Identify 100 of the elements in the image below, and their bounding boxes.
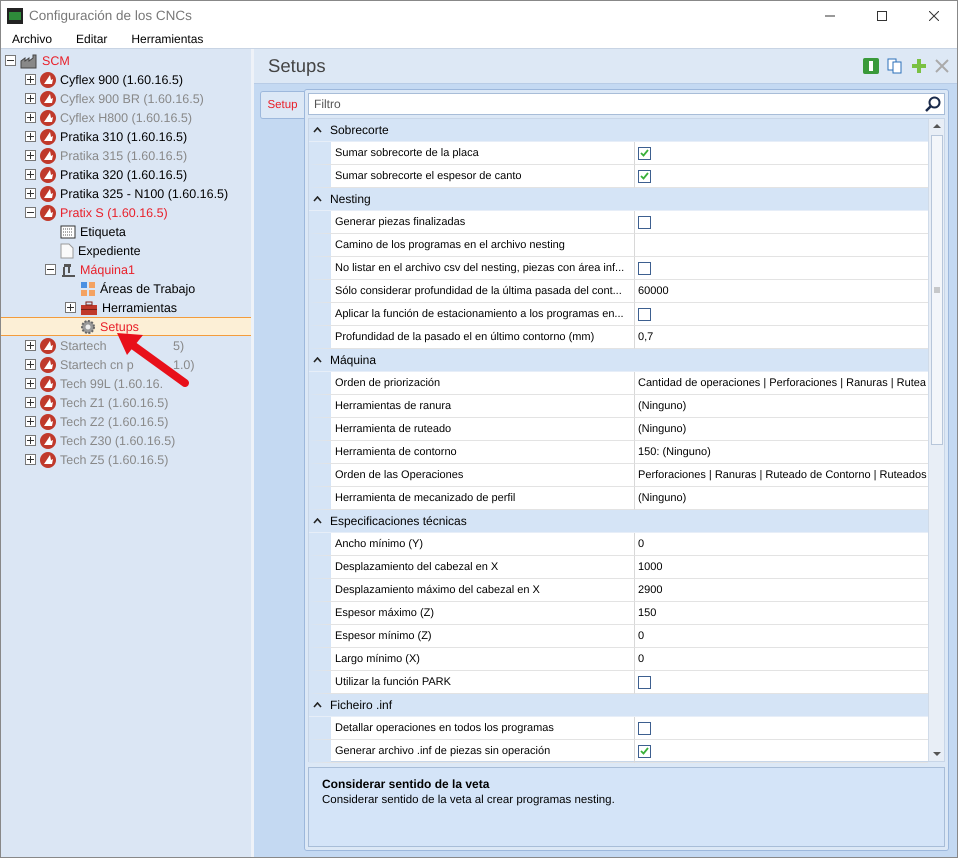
app-icon [7,8,23,24]
machine-icon [60,262,76,278]
tree-item[interactable]: Cyflex 900 (1.60.16.5) [1,70,251,89]
checkbox[interactable] [638,744,651,758]
category-header[interactable]: Sobrecorte [309,119,928,142]
grid-icon [80,280,96,296]
checkbox[interactable] [638,170,651,182]
expand-icon[interactable] [25,74,36,85]
category-header[interactable]: Máquina [309,349,928,372]
collapse-icon[interactable] [5,55,16,66]
tree-item[interactable]: SCM [1,51,251,70]
document-icon [60,242,74,258]
menu-item[interactable]: Editar [69,32,114,46]
property-value[interactable]: 1000 [638,561,662,573]
property-value[interactable]: Cantidad de operaciones | Perforaciones | Ranuras | Rutea [638,377,926,389]
caret-icon[interactable] [313,702,322,708]
tree-item[interactable]: Pratika 325 - N100 (1.60.16.5) [1,184,251,203]
logo-icon [40,128,56,144]
logo-icon [40,166,56,182]
property-value[interactable]: 0 [638,538,644,550]
expand-icon[interactable] [65,302,76,313]
tree-item[interactable]: Pratika 310 (1.60.16.5) [1,127,251,146]
checkbox[interactable] [638,722,651,734]
info-icon[interactable] [863,58,879,74]
logo-icon [40,148,56,164]
checkbox[interactable] [638,676,651,688]
expand-icon[interactable] [25,188,36,199]
description-title: Considerar sentido de la veta [322,777,490,791]
copy-icon[interactable] [887,58,903,74]
menu-item[interactable]: Herramientas [124,32,210,46]
tree-item[interactable]: Setups [1,317,251,336]
scroll-thumb[interactable] [930,135,942,445]
logo-icon [40,376,56,392]
grip-icon [934,287,940,293]
property-value[interactable]: 0,7 [638,331,654,343]
property-name: Herramienta de ruteado [309,418,635,441]
tree-item[interactable]: Herramientas [1,298,251,317]
property-name: Herramientas de ranura [309,395,635,418]
caret-icon[interactable] [313,357,322,363]
checkbox[interactable] [638,308,651,320]
property-value[interactable]: 0 [638,653,644,665]
property-name: Espesor máximo (Z) [309,602,635,625]
label-icon [60,224,76,240]
property-name: Desplazamiento del cabezal en X [309,556,635,579]
tree-item[interactable]: Expediente [1,241,251,260]
logo-icon [40,356,56,372]
checkbox[interactable] [638,146,651,160]
caret-icon[interactable] [313,518,322,524]
property-value[interactable]: 2900 [638,584,662,596]
tab[interactable]: Setup [260,91,304,119]
checkbox[interactable] [638,216,651,228]
logo-icon [40,110,56,126]
property-name: Ancho mínimo (Y) [309,533,635,556]
caret-icon[interactable] [313,196,322,202]
property-name: Orden de las Operaciones [309,464,635,487]
property-name: Orden de priorización [309,372,635,395]
tree-item[interactable]: Pratix S (1.60.16.5) [1,203,251,222]
checkbox[interactable] [638,262,651,274]
tree-item[interactable]: Máquina1 [1,260,251,279]
logo-icon [40,452,56,468]
expand-icon[interactable] [25,169,36,180]
collapse-icon[interactable] [45,264,56,275]
search-icon[interactable] [925,96,941,112]
property-name: Herramienta de contorno [309,441,635,464]
panel-title: Setups [268,55,327,77]
description-text: Considerar sentido de la veta al crear programas nesting. [322,794,616,806]
category-header[interactable]: Nesting [309,188,928,211]
category-header[interactable]: Ficheiro .inf [309,694,928,717]
window-title: Configuración de los CNCs [29,8,193,23]
property-value[interactable]: Perforaciones | Ranuras | Ruteado de Contorno | Ruteados [638,469,927,481]
logo-icon [40,432,56,448]
caret-icon[interactable] [313,127,322,133]
category-header[interactable]: Especificaciones técnicas [309,510,928,533]
logo-icon [40,338,56,354]
property-value[interactable]: 150 [638,607,656,619]
property-value[interactable]: (Ninguno) [638,492,686,504]
property-value[interactable]: (Ninguno) [638,400,686,412]
scrollbar[interactable] [928,119,944,761]
property-value[interactable]: 150: (Ninguno) [638,446,711,458]
property-value[interactable]: 0 [638,630,644,642]
factory-icon [20,52,38,68]
logo-icon [40,186,56,202]
toolbox-icon [80,300,98,316]
property-value[interactable]: (Ninguno) [638,423,686,435]
tree-item[interactable]: Etiqueta [1,222,251,241]
property-value[interactable]: 60000 [638,285,669,297]
collapse-icon[interactable] [25,207,36,218]
property-name: Desplazamiento máximo del cabezal en X [309,579,635,602]
tree-item[interactable]: Áreas de Trabajo [1,279,251,298]
logo-icon [40,394,56,410]
close-icon[interactable] [929,10,939,20]
tree-item[interactable]: Pratika 320 (1.60.16.5) [1,165,251,184]
maximize-icon[interactable] [877,10,887,20]
gear-icon [80,318,96,334]
expand-icon[interactable] [25,131,36,142]
property-name: Espesor mínimo (Z) [309,625,635,648]
logo-icon [40,90,56,106]
menu-item[interactable]: Archivo [5,32,60,46]
logo-icon [40,72,56,88]
filter-field[interactable]: Filtro [308,93,945,115]
